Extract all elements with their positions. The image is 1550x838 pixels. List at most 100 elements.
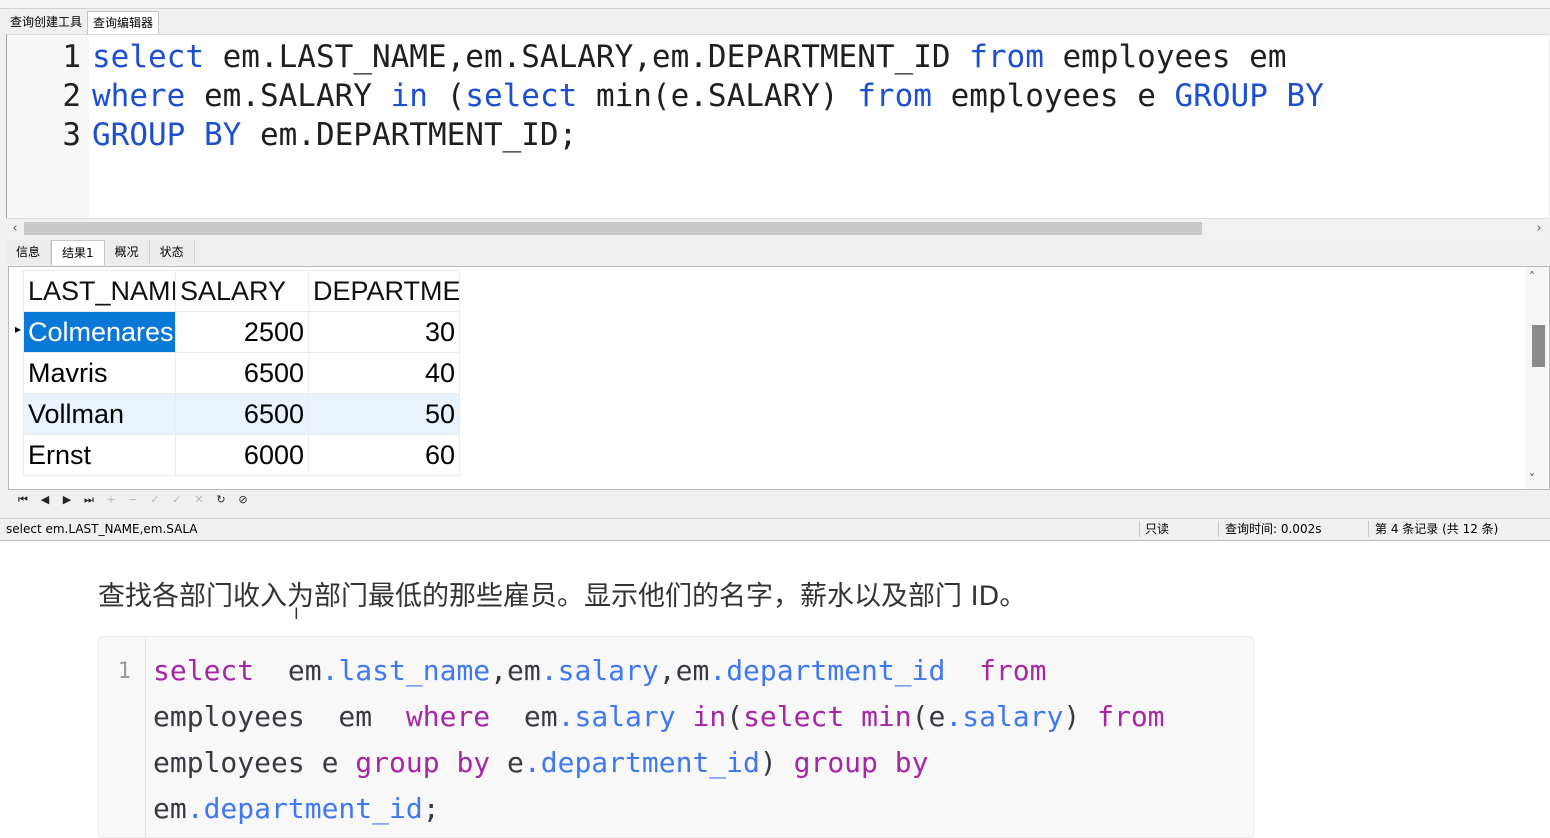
first-record-icon[interactable]: ⏮: [14, 491, 32, 509]
refresh-icon[interactable]: ↻: [212, 491, 230, 509]
code-token: select: [153, 654, 255, 687]
vertical-scrollbar[interactable]: ˄ ˅: [1525, 267, 1547, 489]
sql-keyword: from: [969, 39, 1044, 75]
sql-text: min(e.SALARY): [577, 78, 858, 114]
column-header-salary[interactable]: SALARY: [175, 270, 309, 312]
cell-salary[interactable]: 6000: [175, 434, 309, 476]
code-gutter: 1: [99, 637, 146, 837]
sql-keyword: select: [92, 39, 204, 75]
sql-keyword: GROUP BY: [1174, 78, 1324, 114]
status-mode: 只读: [1145, 522, 1170, 536]
table-row[interactable]: Colmenares 2500 30: [23, 311, 460, 353]
status-query-time: 查询时间: 0.002s: [1225, 522, 1322, 536]
cell-salary[interactable]: 6500: [175, 352, 309, 394]
code-token: select: [743, 700, 845, 733]
text-cursor-icon: I: [294, 604, 299, 623]
code-line: employees em where em.salary in(select m…: [153, 694, 1165, 740]
cell-department-id[interactable]: 30: [308, 311, 460, 353]
code-token: .department_id: [523, 746, 760, 779]
code-token: (e: [911, 700, 946, 733]
code-token: .salary: [557, 700, 676, 733]
status-sql-preview: select em.LAST_NAME,em.SALA: [6, 522, 198, 536]
sql-keyword: from: [857, 78, 932, 114]
cell-last-name[interactable]: Mavris: [23, 352, 176, 394]
code-line: employees e group by e.department_id) gr…: [153, 740, 928, 786]
table-row[interactable]: Vollman 6500 50: [23, 393, 460, 435]
clear-icon[interactable]: ✕: [190, 491, 208, 509]
delete-record-icon[interactable]: −: [124, 491, 142, 509]
line-number: 1: [62, 39, 81, 75]
code-token: employees e: [153, 746, 356, 779]
cell-department-id[interactable]: 40: [308, 352, 460, 394]
cell-department-id[interactable]: 60: [308, 434, 460, 476]
tab-result1[interactable]: 结果1: [51, 240, 105, 265]
result-tabs: 信息 结果1 概况 状态: [6, 240, 195, 265]
scrollbar-thumb[interactable]: [1532, 325, 1545, 367]
status-record-count: 第 4 条记录 (共 12 条): [1375, 522, 1499, 536]
column-header-department-id[interactable]: DEPARTME: [308, 270, 460, 312]
sql-text: employees e: [931, 78, 1175, 114]
cell-salary[interactable]: 2500: [175, 311, 309, 353]
prev-record-icon[interactable]: ◀: [36, 491, 54, 509]
scroll-up-icon[interactable]: ˄: [1529, 270, 1535, 284]
last-record-icon[interactable]: ⏭: [80, 491, 98, 509]
code-token: min: [861, 700, 912, 733]
code-token: group by: [793, 746, 929, 779]
horizontal-scrollbar[interactable]: ‹ ›: [6, 218, 1548, 238]
code-token: .department_id: [709, 654, 946, 687]
cell-last-name[interactable]: Vollman: [23, 393, 176, 435]
line-number: 2: [62, 78, 81, 114]
code-token: group by: [355, 746, 491, 779]
code-token: .last_name: [321, 654, 491, 687]
scroll-right-icon[interactable]: ›: [1532, 219, 1546, 238]
scroll-down-icon[interactable]: ˅: [1529, 472, 1535, 486]
column-header-last-name[interactable]: LAST_NAMI: [23, 270, 176, 312]
code-token: ): [759, 746, 794, 779]
cell-last-name[interactable]: Colmenares: [23, 311, 176, 353]
tab-profile[interactable]: 概况: [104, 240, 150, 264]
code-token: from: [979, 654, 1047, 687]
scrollbar-thumb[interactable]: [24, 222, 1202, 235]
code-line-number: 1: [117, 659, 131, 684]
apply-icon[interactable]: ✓: [146, 491, 164, 509]
cell-salary[interactable]: 6500: [175, 393, 309, 435]
sql-text: em.LAST_NAME,em.SALARY,em.DEPARTMENT_ID: [203, 39, 970, 75]
code-token: em: [254, 654, 322, 687]
code-line: select em.last_name,em.salary,em.departm…: [153, 648, 1047, 694]
result-table: LAST_NAMI SALARY DEPARTME Colmenares 250…: [23, 270, 460, 476]
tab-query-builder[interactable]: 查询创建工具: [5, 11, 87, 33]
code-token: ,em: [658, 654, 710, 687]
query-editor-window: 查询创建工具 查询编辑器 1 select em.LAST_NAME,em.SAL…: [0, 0, 1550, 541]
current-row-marker-icon: ▸: [15, 322, 22, 336]
toolbar: [0, 0, 1550, 9]
sql-text: em.SALARY: [185, 78, 391, 114]
tab-status[interactable]: 状态: [149, 240, 195, 264]
table-row[interactable]: Mavris 6500 40: [23, 352, 460, 394]
editor-tabs: 查询创建工具 查询编辑器: [5, 11, 160, 34]
divider: [1368, 521, 1369, 537]
tab-query-editor[interactable]: 查询编辑器: [87, 11, 160, 34]
next-record-icon[interactable]: ▶: [58, 491, 76, 509]
cancel-edit-icon[interactable]: ✓: [168, 491, 186, 509]
code-token: e: [490, 746, 524, 779]
result-grid[interactable]: ▸ LAST_NAMI SALARY DEPARTME Colmenares 2…: [8, 266, 1550, 490]
code-token: .salary: [945, 700, 1064, 733]
code-line: em.department_id;: [153, 786, 440, 832]
cell-last-name[interactable]: Ernst: [23, 434, 176, 476]
add-record-icon[interactable]: +: [102, 491, 120, 509]
table-row[interactable]: Ernst 6000 60: [23, 434, 460, 476]
sql-keyword: GROUP BY: [92, 117, 242, 153]
code-token: em: [490, 700, 558, 733]
scroll-left-icon[interactable]: ‹: [8, 219, 22, 238]
tab-info[interactable]: 信息: [6, 240, 52, 264]
sql-editor[interactable]: 1 select em.LAST_NAME,em.SALARY,em.DEPART…: [6, 34, 1549, 219]
cell-department-id[interactable]: 50: [308, 393, 460, 435]
code-token: ,em: [490, 654, 541, 687]
article-description: 查找各部门收入为部门最低的那些雇员。显示他们的名字，薪水以及部门 ID。: [98, 581, 1027, 612]
sql-keyword: in: [390, 78, 428, 114]
stop-icon[interactable]: ⊘: [234, 491, 252, 509]
header-row: LAST_NAMI SALARY DEPARTME: [23, 270, 460, 312]
